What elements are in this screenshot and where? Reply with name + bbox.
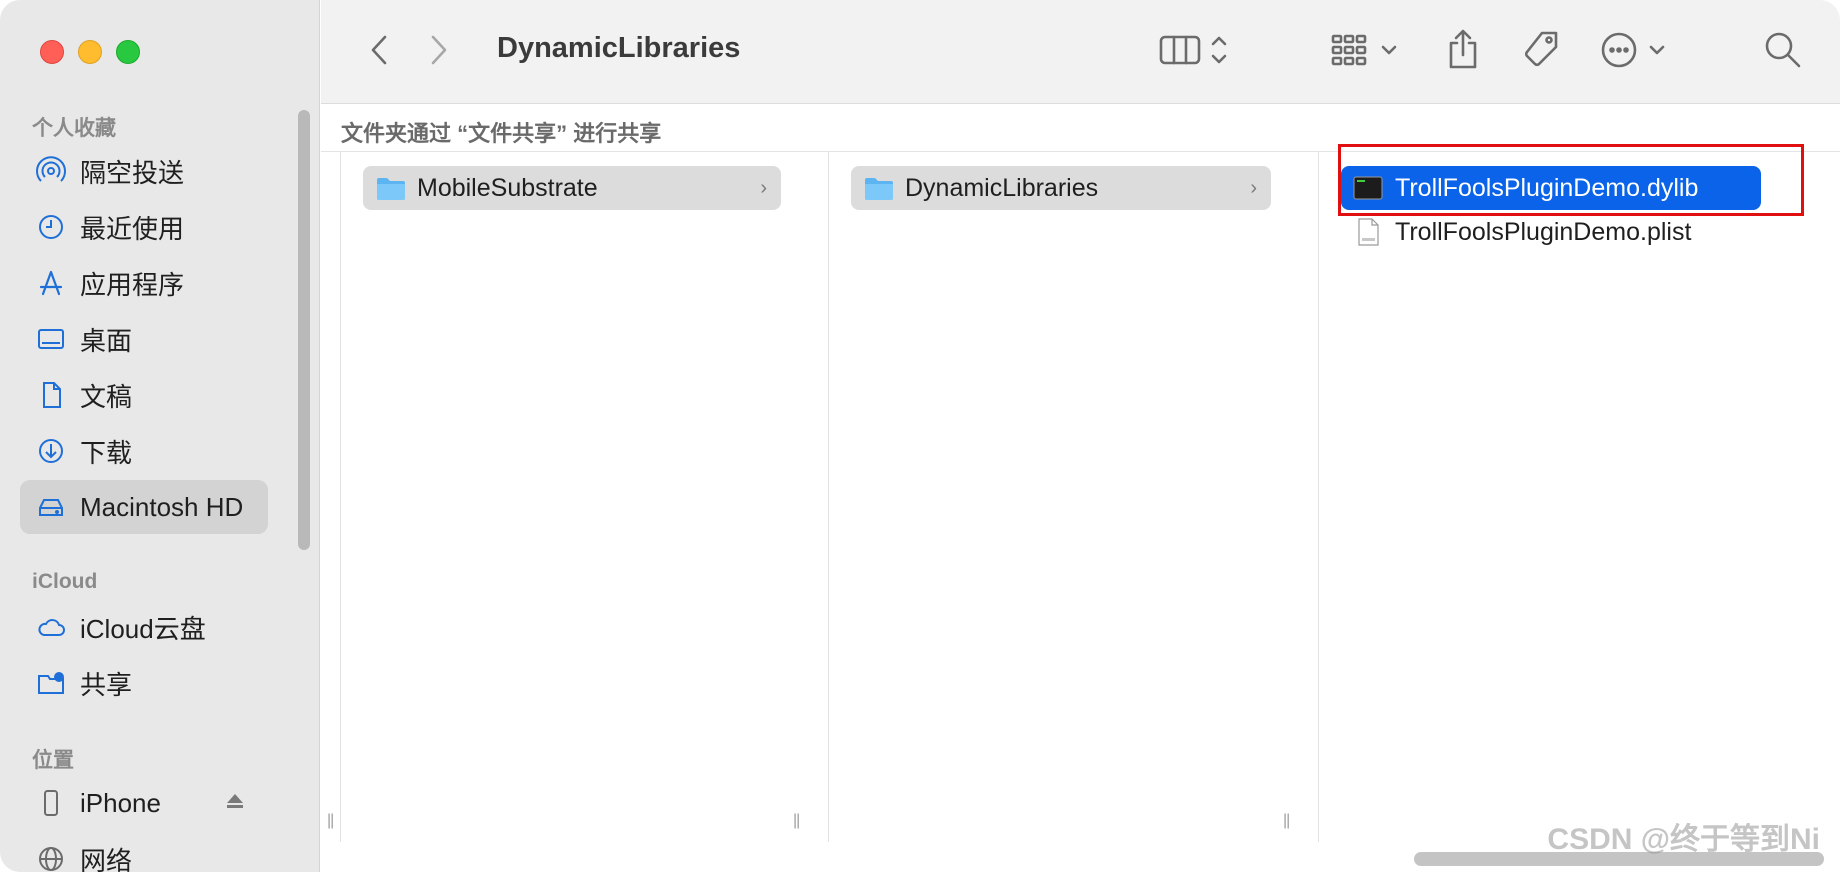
column-browser: || MobileSubstrate › || DynamicLibraries… [321, 152, 1840, 872]
resize-handle[interactable]: || [327, 812, 334, 830]
chevron-left-icon [371, 35, 387, 65]
sidebar-item-airdrop[interactable]: 隔空投送 [20, 144, 268, 198]
sidebar-item-label: 隔空投送 [80, 157, 185, 188]
airdrop-icon [36, 156, 66, 186]
eject-icon[interactable] [224, 788, 246, 819]
column-2: DynamicLibraries › || [829, 152, 1319, 842]
icloud-header: iCloud [32, 570, 98, 593]
sidebar-item-recents[interactable]: 最近使用 [20, 200, 268, 254]
ellipsis-circle-icon [1601, 32, 1665, 68]
sidebar-item-icloud-drive[interactable]: iCloud云盘 [20, 600, 268, 654]
plist-file-icon [1353, 218, 1385, 246]
tags-button[interactable] [1519, 28, 1563, 72]
item-label: MobileSubstrate [417, 173, 598, 202]
resize-handle[interactable]: || [793, 812, 800, 830]
sharing-notice: 文件夹通过 “文件共享” 进行共享 [341, 121, 662, 146]
sidebar-item-macintosh-hd[interactable]: Macintosh HD [20, 480, 268, 534]
finder-window: 个人收藏 隔空投送 最近使用 应用程序 桌面 文稿 下载 Macintosh H… [0, 0, 1840, 872]
sidebar-scrollbar[interactable] [298, 110, 310, 550]
sidebar-item-label: 最近使用 [80, 213, 185, 244]
back-button[interactable] [361, 30, 397, 70]
sidebar-item-downloads[interactable]: 下载 [20, 424, 268, 478]
sidebar-item-label: 下载 [80, 437, 133, 468]
minimize-button[interactable] [78, 40, 102, 64]
document-icon [36, 380, 66, 410]
toolbar: DynamicLibraries [321, 0, 1840, 104]
iphone-icon [36, 788, 66, 818]
applications-icon [36, 268, 66, 298]
shared-folder-icon [36, 668, 66, 698]
harddrive-icon [36, 492, 66, 522]
list-item[interactable]: DynamicLibraries › [851, 166, 1271, 210]
network-icon [36, 844, 66, 872]
sidebar-item-label: iCloud云盘 [80, 613, 206, 644]
sidebar-item-label: 应用程序 [80, 269, 185, 300]
search-button[interactable] [1761, 28, 1805, 72]
sidebar-item-iphone[interactable]: iPhone [20, 776, 268, 830]
close-button[interactable] [40, 40, 64, 64]
column-3: TrollFoolsPluginDemo.dylib TrollFoolsPlu… [1319, 152, 1840, 842]
column-1: MobileSubstrate › || [341, 152, 829, 842]
resize-handle[interactable]: || [1283, 812, 1290, 830]
download-icon [36, 436, 66, 466]
sidebar-item-label: 文稿 [80, 381, 133, 412]
sidebar-item-network[interactable]: 网络 [20, 832, 268, 872]
favorites-header: 个人收藏 [32, 117, 116, 140]
locations-header: 位置 [32, 749, 74, 772]
chevron-right-icon: › [760, 176, 767, 199]
view-mode-button[interactable] [1159, 30, 1239, 70]
grid-icon [1331, 34, 1397, 66]
window-title: DynamicLibraries [497, 32, 741, 64]
sidebar-item-label: iPhone [80, 787, 161, 818]
chevron-right-icon: › [1250, 176, 1257, 199]
watermark: CSDN @终于等到Ni [1547, 823, 1820, 856]
more-actions-button[interactable] [1599, 30, 1675, 70]
folder-icon [863, 174, 895, 202]
item-label: DynamicLibraries [905, 173, 1099, 202]
sidebar-item-documents[interactable]: 文稿 [20, 368, 268, 422]
columns-view-icon [1159, 35, 1227, 65]
sidebar-item-label: 网络 [80, 845, 133, 872]
sidebar-item-label: 共享 [80, 669, 133, 700]
folder-icon [375, 174, 407, 202]
list-item[interactable]: TrollFoolsPluginDemo.plist [1341, 210, 1761, 254]
sidebar-item-desktop[interactable]: 桌面 [20, 312, 268, 366]
chevron-right-icon [431, 35, 447, 65]
clock-icon [36, 212, 66, 242]
sidebar-item-label: Macintosh HD [80, 491, 244, 522]
group-button[interactable] [1331, 30, 1407, 70]
sidebar: 个人收藏 隔空投送 最近使用 应用程序 桌面 文稿 下载 Macintosh H… [0, 0, 320, 872]
share-icon [1449, 29, 1477, 69]
cloud-icon [36, 612, 66, 642]
forward-button[interactable] [421, 30, 457, 70]
item-label: TrollFoolsPluginDemo.plist [1395, 217, 1692, 246]
window-controls [40, 40, 140, 64]
list-item[interactable]: MobileSubstrate › [363, 166, 781, 210]
sidebar-item-applications[interactable]: 应用程序 [20, 256, 268, 310]
column-0: || [321, 152, 341, 842]
zoom-button[interactable] [116, 40, 140, 64]
sidebar-item-label: 桌面 [80, 325, 133, 356]
tag-icon [1524, 31, 1558, 67]
desktop-icon [36, 324, 66, 354]
sidebar-item-shared[interactable]: 共享 [20, 656, 268, 710]
highlight-annotation [1338, 144, 1804, 216]
search-icon [1765, 32, 1801, 68]
share-button[interactable] [1443, 26, 1483, 72]
